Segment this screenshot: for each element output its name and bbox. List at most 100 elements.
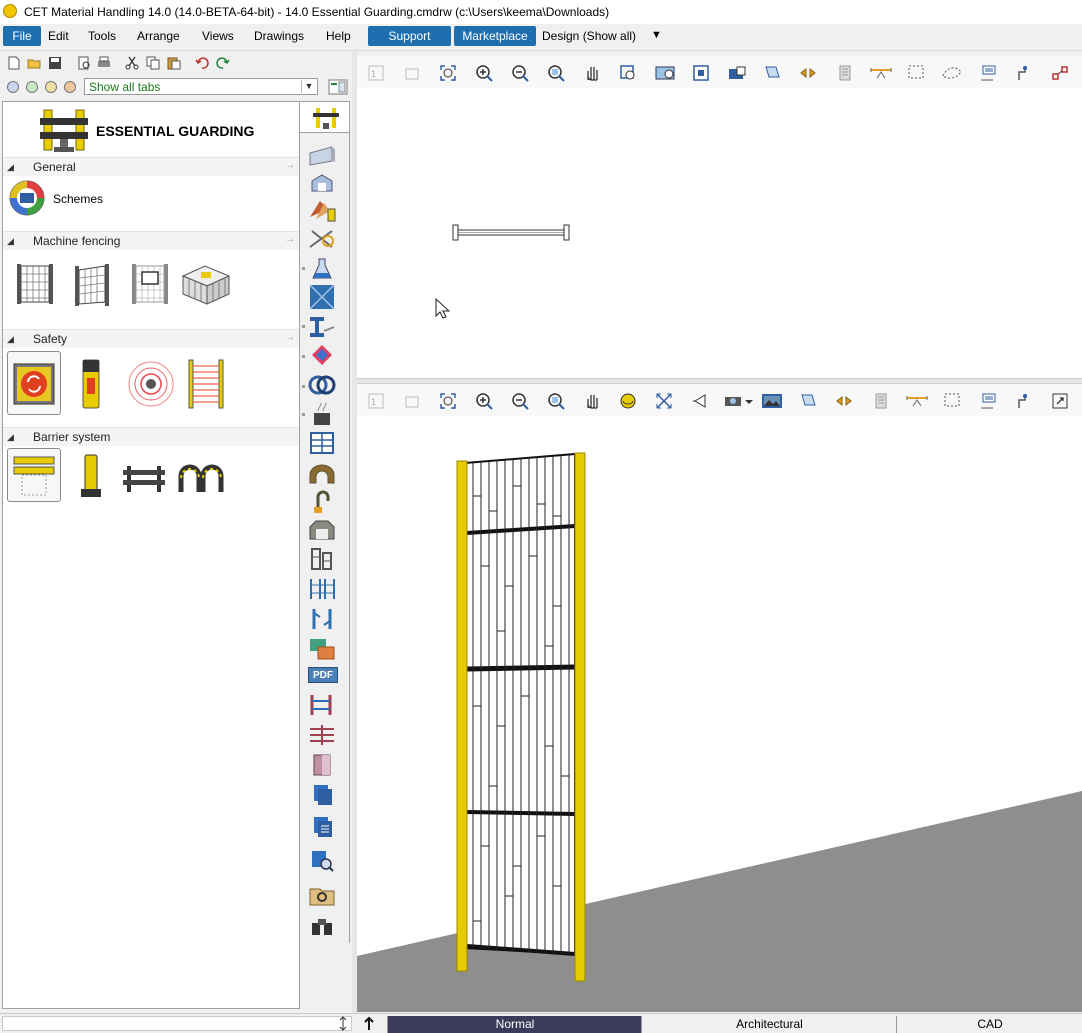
undo-icon[interactable] <box>195 56 209 70</box>
move-arrows-icon[interactable] <box>799 64 817 82</box>
tab-pallet-rack-icon[interactable] <box>308 577 336 601</box>
select-tool-icon[interactable] <box>763 64 781 82</box>
3d-view[interactable] <box>357 416 1082 1012</box>
dimension-icon[interactable] <box>1015 64 1033 82</box>
tab-arch-icon[interactable] <box>308 461 336 485</box>
measure-icon[interactable] <box>905 392 929 410</box>
section-barrier-system[interactable]: ◢ Barrier system <box>3 427 299 446</box>
nav-down-alt-icon[interactable] <box>26 81 38 93</box>
section-machine-fencing[interactable]: ◢ Machine fencing → <box>3 231 299 250</box>
tab-cooking-icon[interactable] <box>308 403 336 427</box>
zoom-in-icon[interactable] <box>475 64 493 82</box>
barrier-guardrail-icon[interactable] <box>123 464 165 494</box>
mesh-panel-icon[interactable] <box>15 262 55 306</box>
zoom-in-icon[interactable] <box>475 392 493 410</box>
camera-icon[interactable] <box>727 64 747 82</box>
orbit-icon[interactable] <box>619 392 637 410</box>
section-safety[interactable]: ◢ Safety → <box>3 329 299 348</box>
tab-filter-select[interactable]: Show all tabs ▼ <box>84 78 318 95</box>
home-view-icon[interactable] <box>403 64 421 82</box>
chevron-right-icon[interactable]: → <box>285 332 295 343</box>
zoom-window-icon[interactable] <box>547 64 565 82</box>
tab-architectural[interactable]: Architectural <box>641 1016 897 1033</box>
chevron-down-icon[interactable]: ▼ <box>301 80 316 93</box>
camera-dropdown-icon[interactable] <box>723 392 755 410</box>
tab-flask-icon[interactable] <box>308 257 336 281</box>
tab-pattern-icon[interactable] <box>308 343 336 367</box>
schemes-item[interactable] <box>9 180 45 216</box>
render-image-icon[interactable] <box>761 392 783 410</box>
tab-racks-icon[interactable] <box>308 547 336 571</box>
zoom-1-1-icon[interactable]: 1 <box>367 64 385 82</box>
tab-beam-icon[interactable] <box>308 315 336 339</box>
fence-panel-plan[interactable] <box>452 223 572 243</box>
nav-down-orange-icon[interactable] <box>64 81 76 93</box>
tab-pdf-icon[interactable]: PDF <box>308 667 338 683</box>
redo-icon[interactable] <box>216 56 230 70</box>
tab-layout-icon[interactable] <box>328 79 348 95</box>
save-icon[interactable] <box>48 56 62 70</box>
expand-view-icon[interactable] <box>1051 392 1069 410</box>
print-icon[interactable] <box>97 56 111 70</box>
collapse-triangle-icon[interactable]: ◢ <box>7 334 14 345</box>
tab-blocks-icon[interactable] <box>308 637 336 661</box>
dimension-icon[interactable] <box>1015 392 1033 410</box>
cut-icon[interactable] <box>125 56 139 70</box>
zoom-selected-icon[interactable] <box>619 64 637 82</box>
tab-tile-icon[interactable] <box>308 285 336 309</box>
up-arrow-icon[interactable] <box>362 1016 376 1031</box>
tab-hook-icon[interactable] <box>308 489 336 513</box>
mesh-door-icon[interactable] <box>71 262 113 308</box>
chevron-right-icon[interactable]: → <box>285 160 295 171</box>
tab-door-icon[interactable] <box>308 753 336 777</box>
home-view-icon[interactable] <box>403 392 421 410</box>
tab-red-rack-icon[interactable] <box>308 693 336 717</box>
marketplace-button[interactable]: Marketplace <box>454 26 536 46</box>
connect-icon[interactable] <box>1051 64 1069 82</box>
zoom-out-icon[interactable] <box>511 392 529 410</box>
tab-tools-icon[interactable] <box>308 227 336 251</box>
tab-essential-guarding[interactable] <box>300 101 350 133</box>
tab-rings-icon[interactable] <box>308 373 336 397</box>
design-dropdown[interactable]: Design (Show all) <box>542 29 636 43</box>
zoom-1-1-icon[interactable]: 1 <box>367 392 385 410</box>
safety-reset-button-item[interactable] <box>7 351 61 415</box>
design-dropdown-arrow-icon[interactable]: ▼ <box>651 29 662 41</box>
tab-document-search-icon[interactable] <box>308 849 336 873</box>
barrier-rail-item[interactable] <box>7 448 61 502</box>
tab-cantilever-icon[interactable] <box>308 607 336 631</box>
nav-down-warn-icon[interactable] <box>45 81 57 93</box>
fit-all-icon[interactable] <box>655 392 673 410</box>
plan-view[interactable] <box>357 88 1082 378</box>
resize-vertical-icon[interactable] <box>336 1016 350 1031</box>
laser-scanner-icon[interactable] <box>125 360 177 408</box>
tab-document-list-icon[interactable] <box>308 815 336 839</box>
tab-normal[interactable]: Normal <box>387 1016 642 1033</box>
paste-icon[interactable] <box>167 56 181 70</box>
menu-drawings[interactable]: Drawings <box>254 29 304 43</box>
zoom-out-icon[interactable] <box>511 64 529 82</box>
annotation-icon[interactable] <box>979 392 997 410</box>
support-button[interactable]: Support <box>368 26 451 46</box>
menu-arrange[interactable]: Arrange <box>137 29 180 43</box>
new-file-icon[interactable] <box>7 56 21 70</box>
select-rect-icon[interactable] <box>943 392 961 410</box>
tab-settings-folder-icon[interactable] <box>308 883 336 907</box>
align-icon[interactable] <box>871 392 889 410</box>
align-icon[interactable] <box>835 64 853 82</box>
nav-down-icon[interactable] <box>7 81 19 93</box>
collapse-triangle-icon[interactable]: ◢ <box>7 432 14 443</box>
safety-light-icon[interactable] <box>79 358 103 410</box>
pan-hand-icon[interactable] <box>583 392 601 410</box>
annotation-icon[interactable] <box>979 64 997 82</box>
menu-views[interactable]: Views <box>202 29 234 43</box>
collapse-triangle-icon[interactable]: ◢ <box>7 236 14 247</box>
measure-icon[interactable] <box>869 64 893 82</box>
menu-file[interactable]: File <box>3 26 41 46</box>
select-tool-icon[interactable] <box>799 392 817 410</box>
menu-edit[interactable]: Edit <box>48 29 69 43</box>
hoop-barrier-icon[interactable] <box>178 464 224 494</box>
chevron-right-icon[interactable]: → <box>285 234 295 245</box>
move-arrows-icon[interactable] <box>835 392 853 410</box>
pan-hand-icon[interactable] <box>583 64 601 82</box>
